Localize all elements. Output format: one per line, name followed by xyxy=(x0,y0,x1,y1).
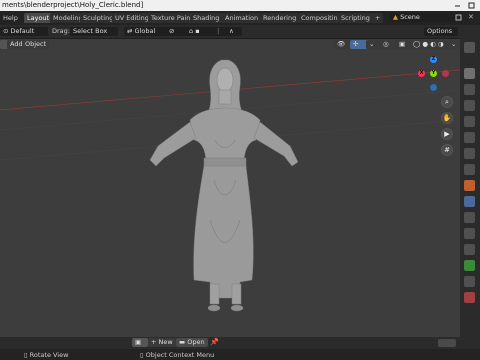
open-label: Open xyxy=(187,338,205,346)
z-axis-label: Z xyxy=(431,56,436,62)
camera-icon[interactable]: ▶ xyxy=(441,128,453,140)
copy-scene-icon[interactable] xyxy=(455,14,463,22)
help-menu[interactable]: Help xyxy=(0,13,21,23)
object-data-icon[interactable] xyxy=(464,260,475,271)
window-title: ments\blenderproject\Holy_Cleric.blend] xyxy=(2,1,144,9)
plus-icon: + xyxy=(151,338,159,346)
workspace-tabs: Help Layout Modeling Sculpting UV Editing Te… xyxy=(0,11,384,25)
y-axis-handle[interactable]: Y xyxy=(430,70,437,77)
add-workspace-button[interactable]: + xyxy=(372,13,384,23)
collapse-icon[interactable] xyxy=(438,339,456,347)
mouse-right-hint: ▯ Object Context Menu xyxy=(140,351,214,359)
texture-icon[interactable] xyxy=(464,292,475,303)
constraints-icon[interactable] xyxy=(464,244,475,255)
context-menu-label: Object Context Menu xyxy=(145,351,215,359)
tool-properties-icon[interactable] xyxy=(464,68,475,79)
3d-viewport[interactable]: Z X Y ⌕ ✋ ▶ # xyxy=(0,50,460,337)
material-icon[interactable] xyxy=(464,276,475,287)
particles-icon[interactable] xyxy=(464,212,475,223)
x-axis-label: X xyxy=(419,70,424,76)
y-axis-label: Y xyxy=(431,70,436,76)
x-axis-handle[interactable]: X xyxy=(418,70,425,77)
proportional-edit-icon[interactable]: ∧ xyxy=(226,27,242,36)
outliner-filter-icon[interactable] xyxy=(464,42,475,53)
wrench-icon[interactable] xyxy=(464,84,475,95)
tab-uv-editing[interactable]: UV Editing xyxy=(112,13,152,23)
tab-sculpting[interactable]: Sculpting xyxy=(80,13,117,23)
physics-icon[interactable] xyxy=(464,228,475,239)
orientation-value: Global xyxy=(134,27,156,35)
shading-mode-group[interactable]: ◯ ● ◐ ◑ xyxy=(410,40,452,49)
tab-animation[interactable]: Animation xyxy=(222,13,262,23)
open-button[interactable]: ▬ Open xyxy=(176,338,208,347)
object-properties-icon[interactable] xyxy=(464,180,475,191)
editor-type-icon[interactable]: ▣ xyxy=(132,338,148,347)
pan-hand-icon[interactable]: ✋ xyxy=(441,112,453,124)
perspective-grid-icon[interactable]: # xyxy=(441,144,453,156)
render-properties-icon[interactable] xyxy=(464,100,475,111)
mouse-middle-hint: ▯ Rotate View xyxy=(24,351,68,359)
zoom-icon[interactable]: ⌕ xyxy=(441,96,453,108)
navigation-gizmo[interactable]: Z X Y xyxy=(414,56,454,94)
pin-icon[interactable]: 📌 xyxy=(210,338,220,348)
modifier-wrench-icon[interactable] xyxy=(464,196,475,207)
new-label: New xyxy=(158,338,173,346)
scene-properties-icon[interactable] xyxy=(464,148,475,159)
scene-selector[interactable]: ▲ Scene xyxy=(390,13,456,22)
rotate-view-label: Rotate View xyxy=(29,351,69,359)
pivot-icon: ⊙ xyxy=(3,27,11,35)
snap-button[interactable]: ⌂ ▪ xyxy=(186,27,214,36)
world-properties-icon[interactable] xyxy=(464,164,475,175)
status-bar: ▯ Rotate View ▯ Object Context Menu xyxy=(0,349,480,360)
pivot-point-button[interactable]: ⊘ xyxy=(166,27,188,36)
neg-x-axis-handle[interactable] xyxy=(442,70,449,77)
folder-icon: ▬ xyxy=(179,338,188,346)
drag-select-dropdown[interactable]: Select Box xyxy=(70,27,118,36)
viewport-canvas xyxy=(0,59,460,312)
pivot-value: Default xyxy=(10,27,35,35)
minimize-icon[interactable] xyxy=(454,2,461,9)
view-layer-icon[interactable] xyxy=(464,132,475,143)
z-axis-handle[interactable]: Z xyxy=(430,56,437,63)
window-title-bar: ments\blenderproject\Holy_Cleric.blend] xyxy=(0,0,480,11)
orientation-icon: ⇄ xyxy=(127,27,135,35)
tab-scripting[interactable]: Scripting xyxy=(338,13,373,23)
scene-name: Scene xyxy=(400,13,420,21)
neg-z-axis-handle[interactable] xyxy=(430,84,437,91)
viewport-header: Add Object 👁 ✢ ⌄ ◎ ▣ ◯ ● ◐ ◑ ⌄ xyxy=(0,38,462,50)
transform-orientation-dropdown[interactable]: ⇄ Global xyxy=(124,27,168,36)
tool-settings-bar: ⊙ Default Drag: Select Box ⇄ Global ⊘ ⌂ … xyxy=(0,25,480,39)
properties-tab-strip xyxy=(460,38,480,360)
bottom-editor-bar: ▣ + New ▬ Open 📌 xyxy=(0,337,460,349)
transform-pivot-dropdown[interactable]: ⊙ Default xyxy=(0,27,48,36)
output-properties-icon[interactable] xyxy=(464,116,475,127)
options-button[interactable]: Options xyxy=(424,27,458,36)
tab-layout[interactable]: Layout xyxy=(24,13,53,23)
character-model xyxy=(149,59,299,312)
new-button[interactable]: + New xyxy=(148,338,176,347)
maximize-icon[interactable] xyxy=(468,2,475,9)
drag-label: Drag: xyxy=(52,27,70,35)
close-scene-icon[interactable]: ✕ xyxy=(468,13,478,23)
tab-texture-paint[interactable]: Texture Paint xyxy=(148,13,196,23)
tab-rendering[interactable]: Rendering xyxy=(260,13,300,23)
object-menu[interactable]: Object xyxy=(22,40,50,49)
top-menu-bar: Help Layout Modeling Sculpting UV Editing Te… xyxy=(0,11,480,25)
tab-shading[interactable]: Shading xyxy=(190,13,223,23)
